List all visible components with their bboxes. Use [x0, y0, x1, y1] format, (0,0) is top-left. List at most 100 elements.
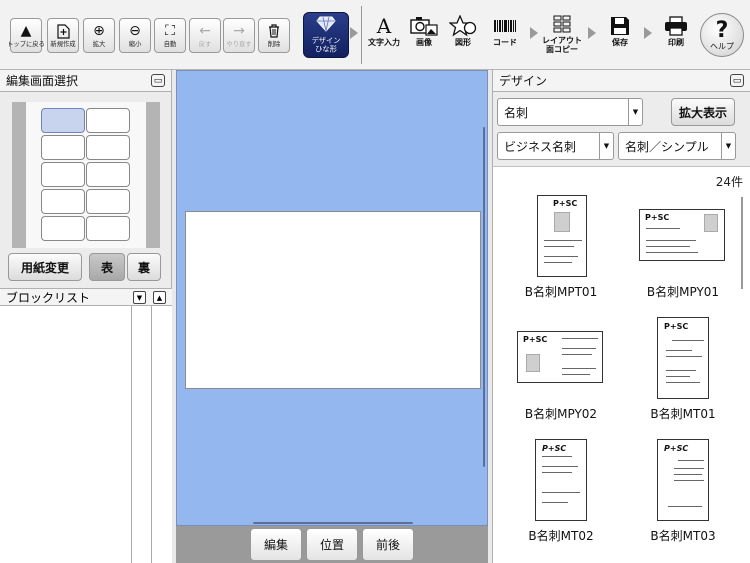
- block-list[interactable]: [0, 306, 172, 563]
- card-text-line: [562, 354, 592, 355]
- redo-label: やり直す: [226, 39, 252, 48]
- image-tool[interactable]: 画像: [402, 14, 446, 56]
- business-card-preview[interactable]: [185, 211, 481, 389]
- design-item[interactable]: P+SC B名刺MPY02: [501, 317, 621, 429]
- card-text-line: [674, 468, 704, 469]
- design-item[interactable]: P+SC B名刺MT02: [501, 439, 621, 551]
- new-label: 新規作成: [50, 39, 76, 48]
- zoom-out-button[interactable]: ⊖ 縮小: [119, 18, 151, 53]
- design-item[interactable]: P+SC B名刺MT01: [623, 317, 743, 429]
- design-item-name: B名刺MPY01: [646, 285, 720, 299]
- category-value: 名刺: [504, 105, 529, 120]
- new-button[interactable]: 新規作成: [47, 18, 79, 53]
- redo-arrow-icon: →: [233, 22, 245, 39]
- card-text-line: [646, 240, 696, 241]
- collapse-down-icon[interactable]: ▼: [133, 291, 146, 304]
- design-title: デザイン: [499, 74, 548, 88]
- design-item[interactable]: P+SC B名刺MT03: [623, 439, 743, 551]
- redo-button[interactable]: → やり直す: [223, 18, 255, 53]
- sheet-cell[interactable]: [86, 135, 130, 160]
- card-text-line: [544, 256, 578, 257]
- shapes-icon: [449, 14, 477, 38]
- print-tool[interactable]: 印刷: [654, 14, 698, 56]
- sheet-cell[interactable]: [86, 108, 130, 133]
- sheet-cell[interactable]: [41, 189, 85, 214]
- card-text-line: [666, 356, 702, 357]
- undo-arrow-icon: ←: [199, 22, 211, 39]
- category-select[interactable]: 名刺 ▼: [497, 98, 643, 126]
- dropdown-arrow-icon: ▼: [721, 133, 735, 159]
- undo-button[interactable]: ← 戻す: [189, 18, 221, 53]
- delete-button[interactable]: 削除: [258, 18, 290, 53]
- paper-change-button[interactable]: 用紙変更: [8, 253, 82, 281]
- auto-fit-button[interactable]: ⛶ 自動: [154, 18, 186, 53]
- card-text-line: [542, 456, 572, 457]
- design-results[interactable]: 24件 P+SC B名刺MPT01 P+SC B名刺MPY01 P+SC B名刺…: [493, 166, 750, 563]
- card-text-line: [666, 370, 696, 371]
- window-toggle-icon[interactable]: ▭: [151, 74, 165, 87]
- edit-screen-panel: 編集画面選択 ▭ 用紙変更 表 裏 ブロックリスト ▼ ▲: [0, 70, 172, 563]
- edit-button[interactable]: 編集: [250, 528, 302, 561]
- position-button[interactable]: 位置: [306, 528, 358, 561]
- sheet-cell-selected[interactable]: [41, 108, 85, 133]
- text-a-icon: A: [376, 14, 392, 38]
- dropdown-arrow-icon: ▼: [599, 133, 613, 159]
- design-item[interactable]: P+SC B名刺MPY01: [623, 195, 743, 307]
- zoom-display-button[interactable]: 拡大表示: [671, 98, 735, 126]
- card-logo: P+SC: [523, 335, 548, 344]
- zoom-in-button[interactable]: ⊕ 拡大: [83, 18, 115, 53]
- collapse-up-icon[interactable]: ▲: [153, 291, 166, 304]
- sheet-cell[interactable]: [86, 189, 130, 214]
- flow-arrow-icon: [644, 27, 652, 39]
- front-side-button[interactable]: 表: [89, 253, 125, 281]
- card-logo: P+SC: [553, 199, 578, 208]
- card-text-line: [562, 368, 596, 369]
- avatar: [554, 212, 570, 232]
- text-input-label: 文字入力: [368, 38, 400, 47]
- card-text-line: [646, 246, 690, 247]
- window-toggle-icon[interactable]: ▭: [730, 74, 744, 87]
- sheet-cell[interactable]: [41, 162, 85, 187]
- design-thumbnail: P+SC: [657, 317, 709, 399]
- card-logo: P+SC: [664, 322, 689, 331]
- layout-copy-tool[interactable]: レイアウト 面コピー: [540, 12, 584, 54]
- save-tool[interactable]: 保存: [598, 14, 642, 56]
- canvas-vertical-scrollbar[interactable]: [483, 127, 485, 467]
- sheet-cell[interactable]: [86, 216, 130, 241]
- design-template-button[interactable]: デザイン ひな形: [303, 12, 349, 58]
- sheet-cell[interactable]: [86, 162, 130, 187]
- barcode-icon: [493, 14, 517, 38]
- card-text-line: [674, 480, 704, 481]
- design-item-name: B名刺MPT01: [524, 285, 598, 299]
- order-button[interactable]: 前後: [362, 528, 414, 561]
- print-label: 印刷: [668, 38, 684, 47]
- design-thumbnail: P+SC: [537, 195, 587, 277]
- canvas-horizontal-scrollbar[interactable]: [253, 522, 413, 524]
- help-button[interactable]: ? ヘルプ: [700, 13, 744, 57]
- style-select[interactable]: 名刺／シンプル ▼: [618, 132, 736, 160]
- card-text-line: [666, 350, 692, 351]
- image-label: 画像: [416, 38, 432, 47]
- flow-arrow-icon: [530, 27, 538, 39]
- subcategory-value: ビジネス名刺: [504, 139, 577, 154]
- back-to-top-label: トップに戻る: [7, 39, 45, 48]
- back-side-button[interactable]: 裏: [127, 253, 161, 281]
- editing-canvas[interactable]: [176, 70, 488, 526]
- text-input-tool[interactable]: A 文字入力: [362, 14, 406, 56]
- sheet-cell[interactable]: [41, 216, 85, 241]
- code-tool[interactable]: コード: [483, 14, 527, 56]
- card-text-line: [562, 338, 598, 339]
- sheet-cell[interactable]: [41, 135, 85, 160]
- fit-screen-icon: ⛶: [165, 22, 175, 39]
- style-value: 名刺／シンプル: [625, 139, 709, 154]
- back-to-top-button[interactable]: ▲ トップに戻る: [7, 18, 45, 53]
- flow-arrow-icon: [350, 27, 358, 39]
- zoom-in-label: 拡大: [92, 39, 106, 48]
- save-label: 保存: [612, 38, 628, 47]
- shape-tool[interactable]: 図形: [441, 14, 485, 56]
- question-mark-icon: ?: [715, 17, 729, 43]
- design-item[interactable]: P+SC B名刺MPT01: [501, 195, 621, 307]
- subcategory-select[interactable]: ビジネス名刺 ▼: [497, 132, 614, 160]
- design-template-label: デザイン ひな形: [311, 36, 341, 54]
- layout-copy-label: レイアウト 面コピー: [542, 36, 582, 54]
